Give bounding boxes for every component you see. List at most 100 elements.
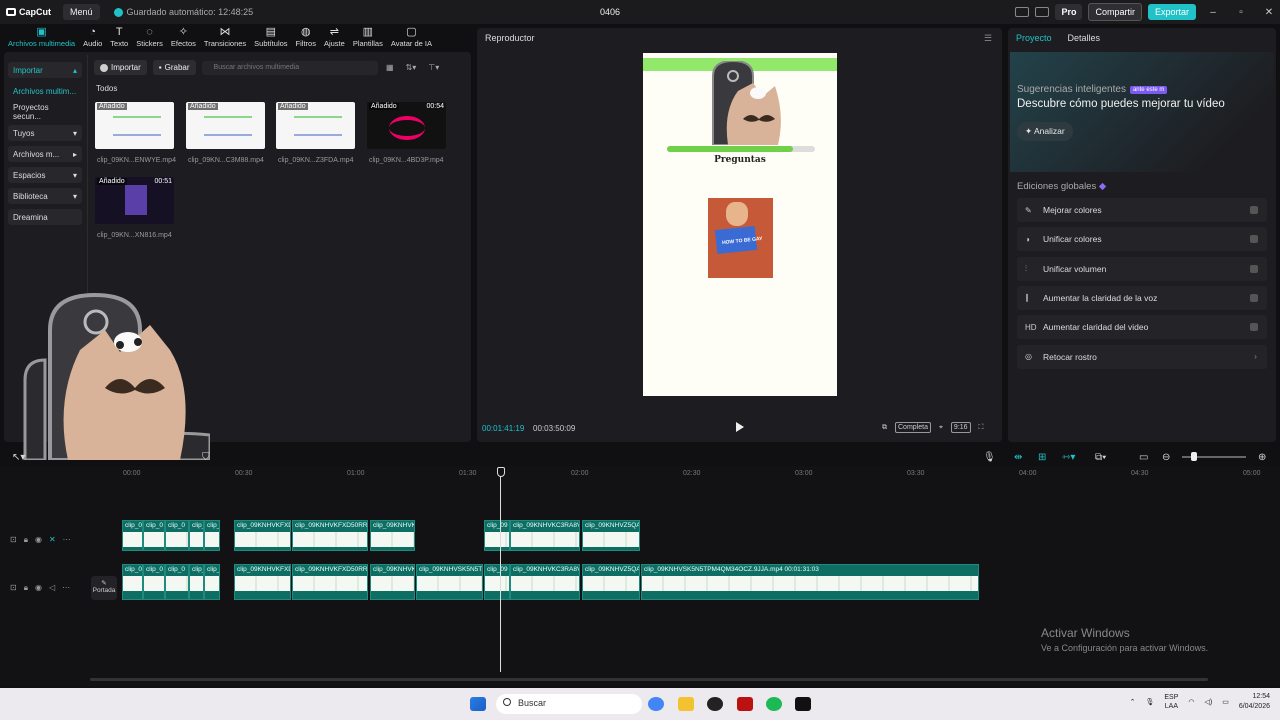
timeline-clip[interactable]: clip_09KNHVZ5QA (582, 564, 640, 600)
clock[interactable]: 12:54 6/04/2026 (1239, 692, 1270, 712)
toggle-switch[interactable] (1250, 293, 1258, 302)
media-thumbnail[interactable]: Añadido (186, 102, 265, 149)
more-icon[interactable]: ⋯ (63, 535, 71, 545)
chevron-right-icon[interactable]: › (1254, 351, 1257, 361)
sidebar-item[interactable]: Dreamina (8, 209, 82, 225)
hamburger-icon[interactable]: ☰ (984, 33, 992, 44)
sort-icon[interactable]: ⇅▾ (406, 63, 417, 72)
track-thumb-icon[interactable]: ⊡ (10, 535, 17, 545)
chevron-up-icon[interactable]: ⌃ (1130, 698, 1136, 706)
tab-project[interactable]: Proyecto (1016, 33, 1052, 43)
caption-icon[interactable]: ▭ (1139, 452, 1148, 463)
ratio-button[interactable]: 9:16 (950, 422, 971, 433)
tool-avatar[interactable]: ▢ Avatar de IA (387, 25, 436, 51)
select-tool-icon[interactable]: ↖▾ (12, 452, 25, 463)
timeline-clip[interactable]: clip_09KNHVKFXD50RR (292, 520, 368, 551)
option-color-unify[interactable]: ◑ Unificar colores (1017, 227, 1267, 252)
tab-details[interactable]: Detalles (1068, 33, 1101, 43)
option-voice[interactable]: ∥ Aumentar la claridad de la voz (1017, 285, 1267, 310)
layout-icon[interactable] (1015, 7, 1030, 17)
playhead[interactable] (500, 470, 501, 672)
mic-tray-icon[interactable]: 🎙︎ (1145, 698, 1154, 706)
tool-adjust[interactable]: ⇌ Ajuste (320, 25, 349, 51)
share-button[interactable]: Compartir (1088, 3, 1142, 21)
timeline-clip[interactable]: clip_09KNHVSK5N5TPM4QM34OCZ.9JJA.mp4 00:… (641, 564, 979, 600)
zoom-slider-handle[interactable] (1191, 452, 1197, 461)
grid-view-icon[interactable]: ▦ (386, 63, 394, 72)
more-icon[interactable]: ⋯ (62, 583, 70, 593)
timeline-clip[interactable]: clip_09 (484, 564, 510, 600)
volume-icon[interactable]: ◁ (49, 583, 55, 593)
media-thumbnail[interactable]: Añadido (95, 102, 174, 149)
valorant-icon[interactable] (737, 697, 753, 711)
tool-filters[interactable]: ◍ Filtros (292, 25, 320, 51)
option-hd[interactable]: HD Aumentar claridad del video (1017, 315, 1267, 340)
sidebar-item[interactable]: Tuyos ▾ (8, 125, 82, 141)
tool-templates[interactable]: ▥ Plantillas (349, 25, 387, 51)
chrome-icon[interactable] (648, 697, 664, 711)
tool-text[interactable]: T Texto (106, 25, 132, 51)
record-button[interactable]: ▪ Grabar (152, 60, 196, 75)
cover-button[interactable]: ✎ Portada (91, 576, 117, 600)
track-thumb-icon[interactable]: ⊡ (10, 583, 17, 593)
toggle-switch[interactable] (1250, 323, 1258, 332)
media-thumbnail[interactable]: Añadido 00:51 (95, 177, 174, 224)
snap-icon[interactable]: ⇿▾ (1062, 452, 1075, 463)
spotify-icon[interactable] (766, 697, 782, 711)
crop-icon[interactable]: ⧉ (882, 424, 887, 432)
timeline-clip[interactable]: clip_09KNHVKC3RA8V (510, 564, 580, 600)
sidebar-item[interactable]: Biblioteca ▾ (8, 188, 82, 204)
timeline-clip[interactable]: clip_0 (143, 520, 165, 551)
option-face[interactable]: ◎ Retocar rostro › (1017, 344, 1267, 369)
tool-audio[interactable]: ◔ Audio (79, 25, 106, 51)
eye-icon[interactable]: ◉ (35, 583, 42, 593)
tool-effects[interactable]: ✧ Efectos (167, 25, 200, 51)
timeline-clip[interactable]: clip_0 (204, 564, 220, 600)
export-button[interactable]: Exportar (1147, 4, 1196, 20)
zoom-out-icon[interactable]: ⊖ (1162, 452, 1170, 463)
fullscreen-icon[interactable]: ⛶ (979, 424, 984, 432)
screenshot-icon[interactable]: ⌖ (939, 424, 943, 432)
analyze-button[interactable]: ✦ Analizar (1017, 122, 1073, 141)
timeline-clip[interactable]: clip_09KNHVKC3RA8V (510, 520, 580, 551)
battery-icon[interactable]: ▭ (1222, 698, 1229, 706)
lock-icon[interactable]: 🔒︎ (24, 583, 28, 593)
sidebar-item[interactable]: Archivos m... ▸ (8, 146, 82, 162)
shortcuts-icon[interactable] (1035, 7, 1050, 17)
timeline-clip[interactable]: clip_09KNHVSK5N5T (416, 564, 483, 600)
tool-subtitles[interactable]: ▤ Subtítulos (250, 25, 291, 51)
filter-icon[interactable]: ⊤▾ (428, 63, 439, 72)
video-canvas[interactable]: Preguntas HOW TO BE GAY (643, 53, 837, 396)
sidebar-item[interactable]: Importar ▴ (8, 62, 82, 78)
sidebar-item[interactable]: Archivos multim... (8, 83, 82, 99)
timeline-clip[interactable]: clip_09KNHVZ5QA (582, 520, 640, 551)
audio-mute-icon[interactable]: ✕ (49, 535, 56, 545)
tool-media[interactable]: ▣ Archivos multimedia (4, 25, 79, 51)
pro-button[interactable]: Pro (1055, 4, 1083, 20)
file-explorer-icon[interactable] (678, 697, 694, 711)
tool-sticker[interactable]: ◌ Stickers (132, 25, 167, 51)
shield-icon[interactable]: ⛉ (202, 452, 210, 463)
playhead-handle[interactable] (497, 467, 505, 477)
taskbar-search[interactable]: Buscar (496, 694, 642, 714)
preview-axis-icon[interactable]: ⧉▾ (1095, 452, 1106, 463)
tool-transitions[interactable]: ⋈ Transiciones (200, 25, 250, 51)
play-icon[interactable] (736, 422, 744, 432)
mic-icon[interactable]: 🎙 (983, 452, 996, 463)
link-icon[interactable]: ⇹ (1014, 452, 1022, 463)
toggle-switch[interactable] (1250, 206, 1258, 214)
media-thumbnail[interactable]: Añadido 00:54 (367, 102, 446, 149)
close-icon[interactable]: ✕ (1258, 7, 1280, 18)
lock-icon[interactable]: 🔒︎ (24, 535, 28, 545)
speaker-icon[interactable]: ◁) (1205, 698, 1213, 706)
obs-icon[interactable] (707, 697, 723, 711)
timeline-clip[interactable]: clip_0 (122, 520, 143, 551)
zoom-in-icon[interactable]: ⊕ (1258, 452, 1266, 463)
toggle-switch[interactable] (1250, 264, 1258, 273)
timeline-clip[interactable]: clip_0 (189, 564, 204, 600)
timeline-clip[interactable]: clip_09 (484, 520, 510, 551)
complete-button[interactable]: Completa (895, 422, 931, 433)
maximize-icon[interactable]: ▫ (1230, 7, 1252, 18)
windows-start-icon[interactable] (470, 697, 486, 711)
timeline-clip[interactable]: clip_0 (143, 564, 165, 600)
